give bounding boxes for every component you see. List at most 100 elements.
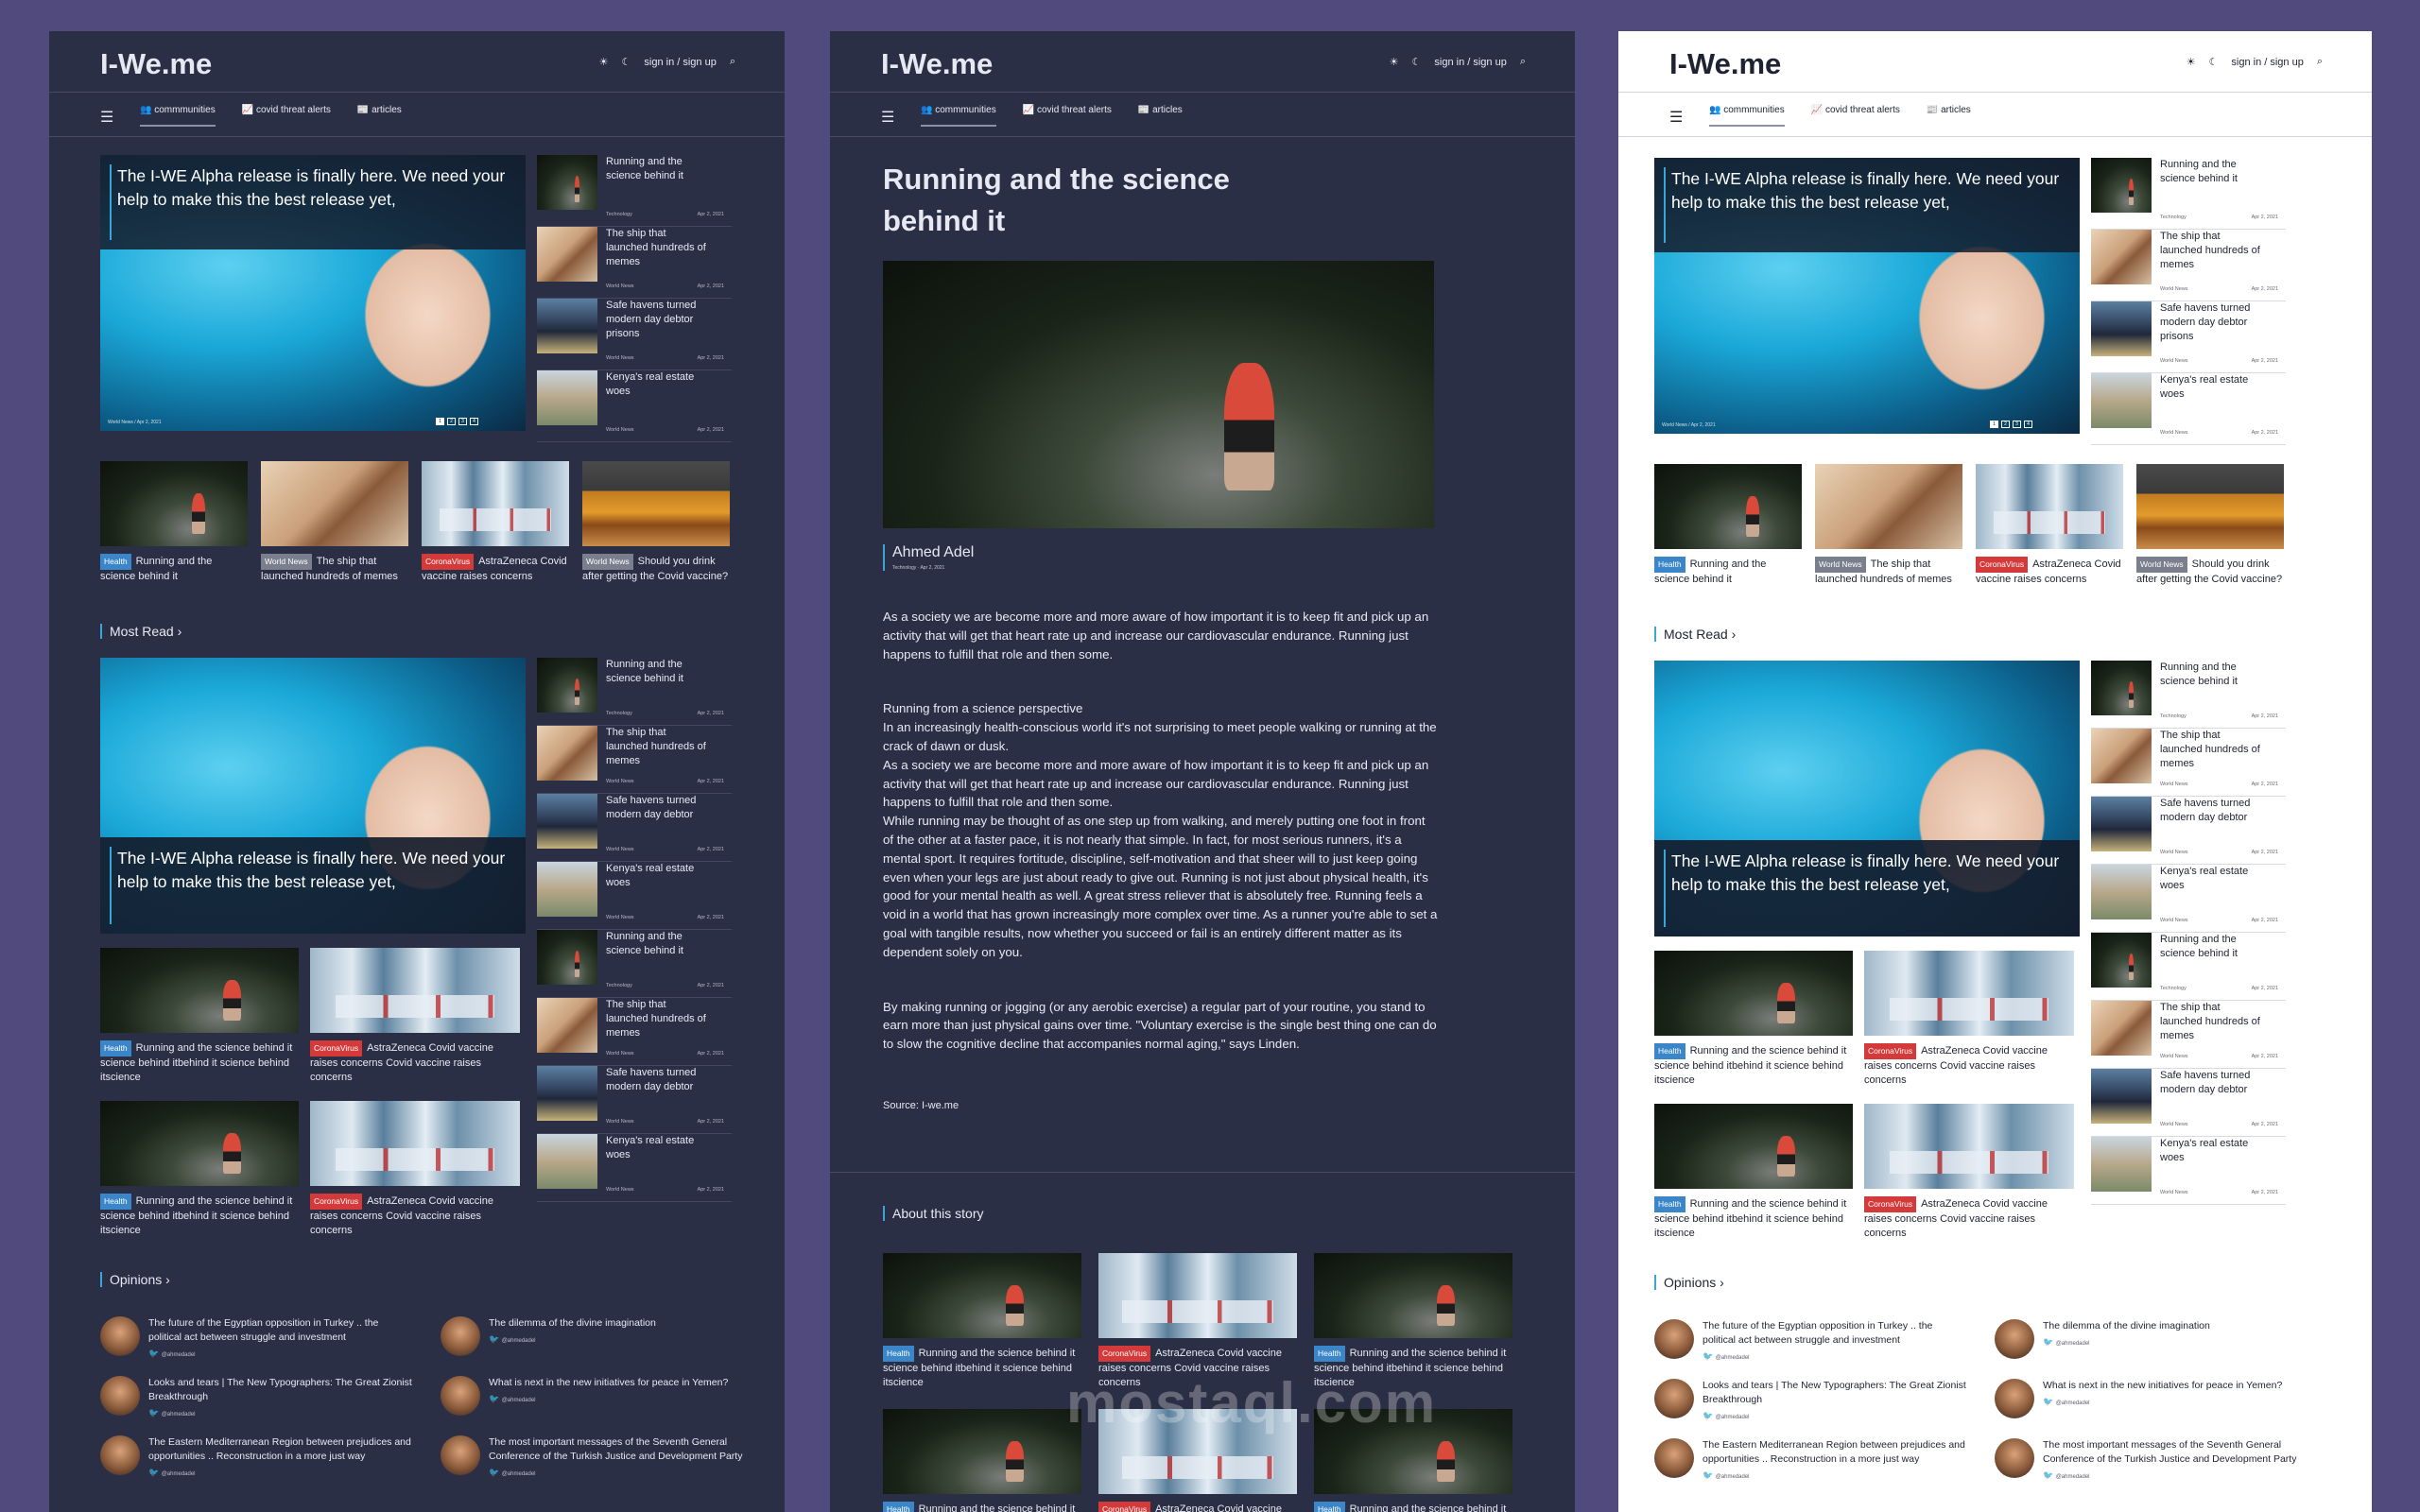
vacc-image[interactable] bbox=[1864, 1104, 2074, 1189]
side-list-item[interactable]: Kenya's real estate woes World News Apr 2,… bbox=[2091, 865, 2286, 933]
tab-commmunities[interactable]: 👥 commmunities bbox=[140, 105, 216, 127]
hero-caption[interactable]: The I-WE Alpha release is finally here. … bbox=[1654, 158, 2080, 252]
tab-commmunities[interactable]: 👥 commmunities bbox=[921, 105, 996, 127]
vacc-image[interactable] bbox=[1098, 1253, 1297, 1338]
category-badge[interactable]: CoronaVirus bbox=[310, 1040, 363, 1057]
grid-card[interactable]: CoronaVirusAstraZeneca Covid vaccine rai… bbox=[310, 1101, 520, 1238]
section-heading[interactable]: Opinions › bbox=[100, 1272, 170, 1287]
side-list-item[interactable]: Safe havens turned modern day debtor Worl… bbox=[537, 1066, 732, 1134]
menu-icon[interactable]: ☰ bbox=[1669, 108, 1683, 127]
pager-dot[interactable]: 1 bbox=[1990, 421, 1998, 428]
opinion-item[interactable]: The dilemma of the divine imagination 🐦 @… bbox=[1995, 1319, 2307, 1359]
grid-card[interactable]: Health Running and the science behind it … bbox=[1654, 1104, 1853, 1241]
category-badge[interactable]: Health bbox=[1654, 1043, 1685, 1059]
grid-card[interactable]: CoronaVirusAstraZeneca Covid vaccine rai… bbox=[1864, 951, 2074, 1088]
grid-card[interactable]: Health Running and the science behind it … bbox=[100, 948, 299, 1085]
category-badge[interactable]: Health bbox=[1314, 1346, 1345, 1362]
tab-commmunities[interactable]: 👥 commmunities bbox=[1709, 105, 1785, 127]
runner-image[interactable] bbox=[100, 461, 248, 546]
opinion-item[interactable]: The future of the Egyptian opposition in… bbox=[100, 1316, 412, 1363]
avatar[interactable] bbox=[1995, 1438, 2034, 1478]
tab-covid-threat-alerts[interactable]: 📈 covid threat alerts bbox=[1023, 105, 1112, 127]
vacc-image[interactable] bbox=[1864, 951, 2074, 1036]
section-heading[interactable]: Most Read › bbox=[100, 624, 182, 639]
chevron-right-icon[interactable]: › bbox=[174, 624, 182, 639]
opinion-item[interactable]: Looks and tears | The New Typographers: … bbox=[100, 1376, 412, 1422]
opinion-item[interactable]: The Eastern Mediterranean Region between… bbox=[1654, 1438, 1966, 1485]
vacc-image[interactable] bbox=[310, 1101, 520, 1186]
category-badge[interactable]: World News bbox=[261, 554, 312, 570]
pager-dot[interactable]: 4 bbox=[2024, 421, 2032, 428]
moon-icon[interactable]: ☾ bbox=[1412, 56, 1422, 68]
opinion-item[interactable]: What is next in the new initiatives for … bbox=[1995, 1379, 2307, 1418]
side-list-item[interactable]: Running and the science behind it Technol… bbox=[537, 658, 732, 726]
beer-image[interactable] bbox=[582, 461, 730, 546]
story-card[interactable]: World News The ship that launched hundred… bbox=[1815, 464, 1962, 587]
avatar[interactable] bbox=[100, 1435, 140, 1475]
search-icon[interactable]: ⌕ bbox=[730, 56, 735, 68]
site-logo[interactable]: I-We.me bbox=[100, 47, 212, 81]
pager-dot[interactable]: 2 bbox=[2001, 421, 2010, 428]
side-list-item[interactable]: The ship that launched hundreds of memes… bbox=[537, 998, 732, 1066]
category-badge[interactable]: Health bbox=[100, 554, 131, 570]
site-logo[interactable]: I-We.me bbox=[1669, 47, 1781, 81]
story-card[interactable]: World News Should you drink after getting… bbox=[2136, 464, 2284, 587]
side-list-item[interactable]: The ship that launched hundreds of memes… bbox=[2091, 729, 2286, 797]
side-list-item[interactable]: Safe havens turned modern day debtor Worl… bbox=[2091, 1069, 2286, 1137]
opinion-item[interactable]: The Eastern Mediterranean Region between… bbox=[100, 1435, 412, 1482]
avatar[interactable] bbox=[1654, 1319, 1694, 1359]
tab-articles[interactable]: 📰 articles bbox=[357, 105, 402, 127]
side-list-item[interactable]: Safe havens turned modern day debtor pri… bbox=[537, 299, 732, 370]
avatar[interactable] bbox=[1654, 1438, 1694, 1478]
pager-dot[interactable]: 1 bbox=[436, 418, 444, 425]
category-badge[interactable]: Health bbox=[1314, 1502, 1345, 1512]
grid-card[interactable]: Health Running and the science behind it … bbox=[100, 1101, 299, 1238]
side-list-item[interactable]: Safe havens turned modern day debtor Worl… bbox=[2091, 797, 2286, 865]
category-badge[interactable]: CoronaVirus bbox=[1976, 557, 2029, 573]
tab-articles[interactable]: 📰 articles bbox=[1138, 105, 1183, 127]
moon-icon[interactable]: ☾ bbox=[2209, 56, 2219, 68]
category-badge[interactable]: CoronaVirus bbox=[1864, 1196, 1917, 1212]
chevron-right-icon[interactable]: › bbox=[1716, 1275, 1724, 1290]
side-list-item[interactable]: Kenya's real estate woes World News Apr 2,… bbox=[537, 1134, 732, 1202]
runner-image[interactable] bbox=[1654, 1104, 1853, 1189]
side-list-item[interactable]: The ship that launched hundreds of memes… bbox=[2091, 1001, 2286, 1069]
pager-dot[interactable]: 3 bbox=[2013, 421, 2021, 428]
moon-icon[interactable]: ☾ bbox=[622, 56, 631, 68]
hero-image[interactable]: The I-WE Alpha release is finally here. … bbox=[100, 155, 526, 431]
category-badge[interactable]: Health bbox=[1654, 557, 1685, 573]
side-list-item[interactable]: Running and the science behind it Technol… bbox=[2091, 158, 2286, 230]
section-heading[interactable]: Opinions › bbox=[1654, 1275, 1724, 1290]
category-badge[interactable]: CoronaVirus bbox=[1098, 1502, 1151, 1512]
category-badge[interactable]: CoronaVirus bbox=[1864, 1043, 1917, 1059]
opinion-item[interactable]: Looks and tears | The New Typographers: … bbox=[1654, 1379, 1966, 1425]
runner-image[interactable] bbox=[100, 1101, 299, 1186]
story-card[interactable]: World News Should you drink after getting… bbox=[582, 461, 730, 584]
side-list-item[interactable]: The ship that launched hundreds of memes… bbox=[2091, 230, 2286, 301]
category-badge[interactable]: CoronaVirus bbox=[1098, 1346, 1151, 1362]
hero-caption[interactable]: The I-WE Alpha release is finally here. … bbox=[1654, 840, 2080, 936]
avatar[interactable] bbox=[441, 1316, 480, 1356]
runner-image[interactable] bbox=[1314, 1253, 1512, 1338]
opinion-item[interactable]: The dilemma of the divine imagination 🐦 @… bbox=[441, 1316, 752, 1356]
side-list-item[interactable]: Kenya's real estate woes World News Apr 2,… bbox=[537, 862, 732, 930]
hero-image[interactable]: The I-WE Alpha release is finally here. … bbox=[1654, 158, 2080, 434]
menu-icon[interactable]: ☰ bbox=[100, 108, 113, 127]
story-card[interactable]: Health Running and the science behind it bbox=[1654, 464, 1802, 587]
side-list-item[interactable]: Running and the science behind it Technol… bbox=[2091, 661, 2286, 729]
avatar[interactable] bbox=[100, 1316, 140, 1356]
auth-link[interactable]: sign in / sign up bbox=[644, 57, 716, 68]
sun-icon[interactable]: ☀ bbox=[599, 56, 609, 68]
tab-articles[interactable]: 📰 articles bbox=[1927, 105, 1971, 127]
hero-image[interactable]: The I-WE Alpha release is finally here. … bbox=[100, 658, 526, 934]
article-hero-image[interactable] bbox=[883, 261, 1434, 528]
side-list-item[interactable]: Kenya's real estate woes World News Apr 2,… bbox=[2091, 1137, 2286, 1205]
section-heading[interactable]: Most Read › bbox=[1654, 627, 1736, 642]
opinion-item[interactable]: The most important messages of the Seven… bbox=[441, 1435, 752, 1482]
category-badge[interactable]: CoronaVirus bbox=[310, 1194, 363, 1210]
grid-card[interactable]: Health Running and the science behind it … bbox=[1654, 951, 1853, 1088]
chevron-right-icon[interactable]: › bbox=[162, 1272, 170, 1287]
story-card[interactable]: Health Running and the science behind it bbox=[100, 461, 248, 584]
avatar[interactable] bbox=[1654, 1379, 1694, 1418]
site-logo[interactable]: I-We.me bbox=[881, 47, 993, 81]
